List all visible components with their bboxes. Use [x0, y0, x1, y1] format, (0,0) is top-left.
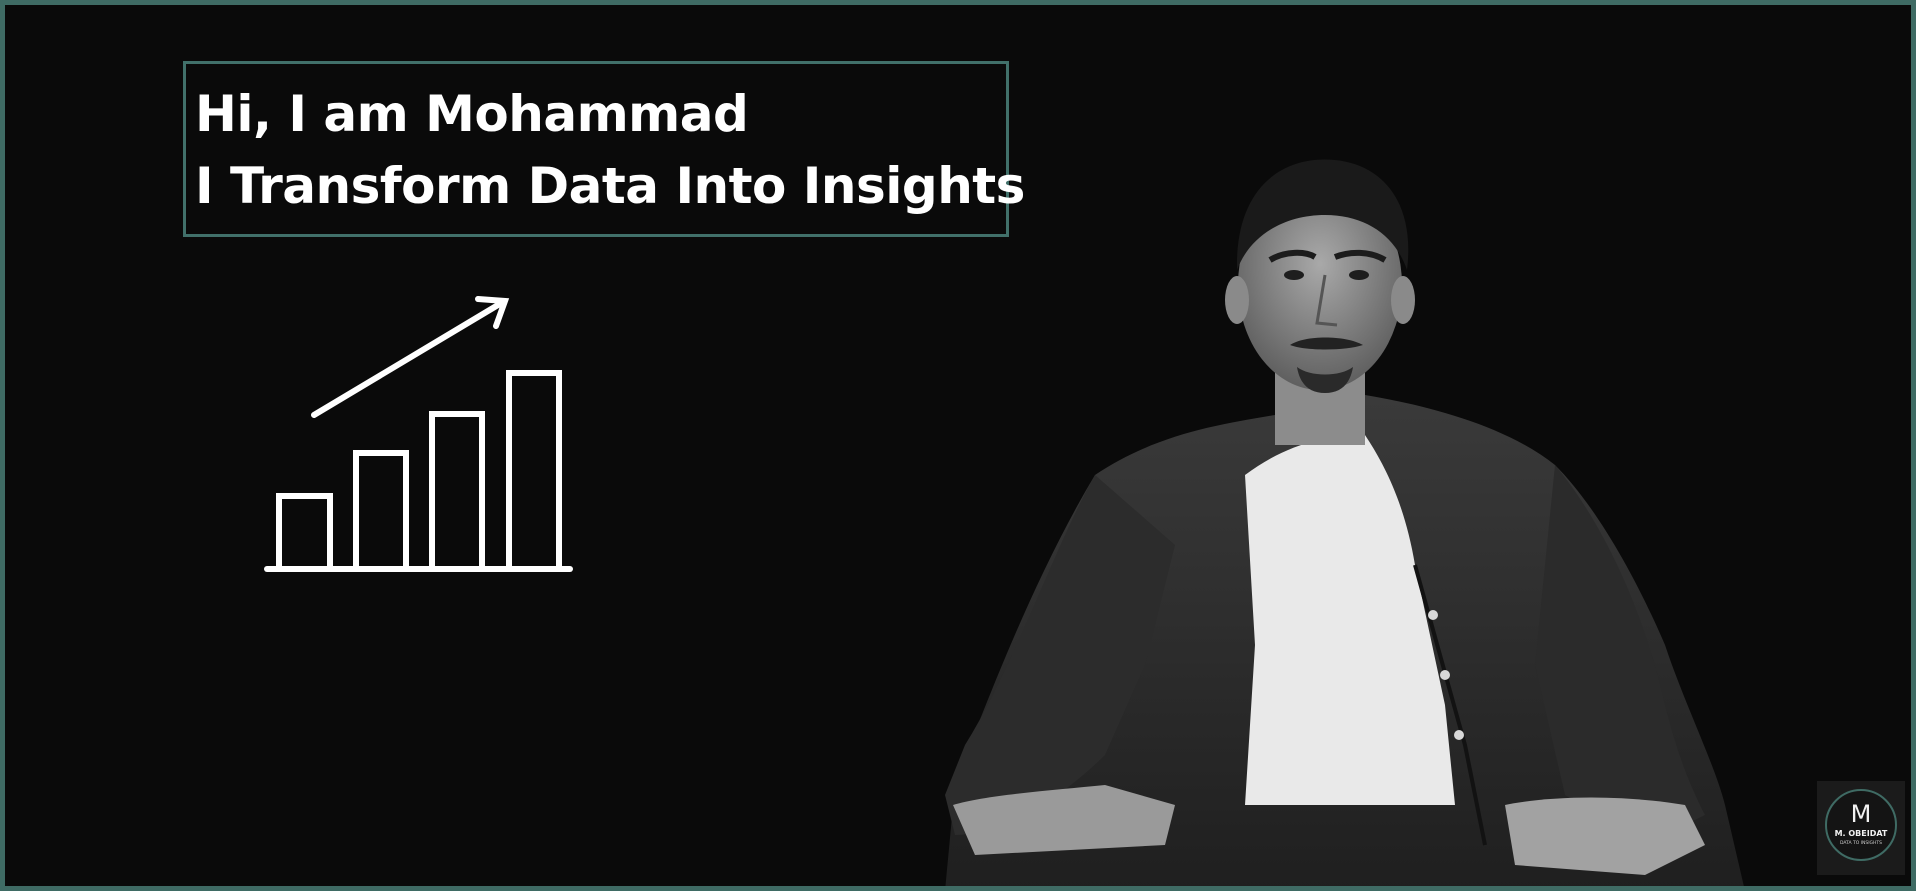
greeting-title: Hi, I am Mohammad [195, 85, 749, 143]
tagline-title: I Transform Data Into Insights [195, 157, 1025, 215]
logo-name: M. OBEIDAT [1834, 829, 1888, 838]
portrait-photo [945, 159, 1744, 886]
bar-1 [276, 493, 333, 572]
brand-logo: M M. OBEIDAT DATA TO INSIGHTS [1817, 781, 1905, 875]
title-box: Hi, I am Mohammad I Transform Data Into … [183, 61, 1025, 237]
bar-3 [429, 411, 485, 572]
logo-letter: M [1850, 800, 1872, 828]
arrow-shaft [311, 299, 506, 418]
bar-chart-growth-icon [264, 296, 573, 572]
bar-2 [353, 450, 409, 572]
logo-circle: M M. OBEIDAT DATA TO INSIGHTS [1825, 789, 1897, 861]
logo-tagline: DATA TO INSIGHTS [1839, 841, 1883, 846]
bar-4 [506, 370, 562, 572]
slide-frame: Hi, I am Mohammad I Transform Data Into … [0, 0, 1916, 891]
